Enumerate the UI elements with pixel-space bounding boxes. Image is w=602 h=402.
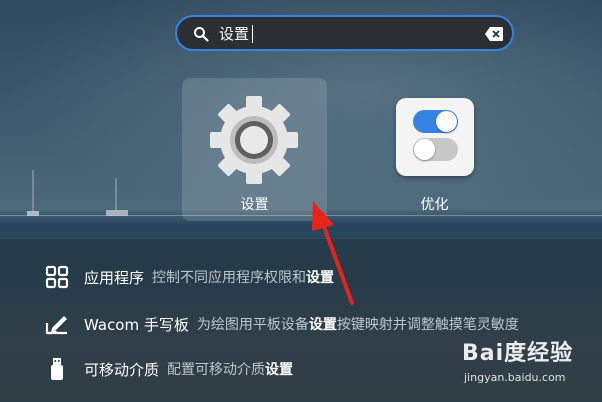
result-description: 配置可移动介质设置 xyxy=(167,362,294,378)
result-applications[interactable]: 应用程序 控制不同应用程序权限和设置 xyxy=(44,263,334,291)
toggle-on-shape xyxy=(413,110,458,133)
settings-gear-icon xyxy=(210,96,298,184)
watermark-url: jingyan.baidu.com xyxy=(464,371,566,384)
baidu-jingyan-watermark: Bai度经验 jingyan.baidu.com xyxy=(462,335,592,395)
sailboat-left xyxy=(27,170,39,216)
result-description: 为绘图用平板设备设置按键映射并调整触摸笔灵敏度 xyxy=(196,317,519,333)
usb-drive-icon xyxy=(51,358,63,380)
result-title: 可移动介质 xyxy=(84,360,160,379)
result-wacom-tablet[interactable]: Wacom 手写板 为绘图用平板设备设置按键映射并调整触摸笔灵敏度 xyxy=(44,310,519,338)
clear-text-icon[interactable] xyxy=(485,27,503,41)
tweaks-toggle-icon xyxy=(396,98,474,176)
watermark-logo-text: Bai度经验 xyxy=(462,341,574,366)
search-query[interactable]: 设置 xyxy=(219,24,249,44)
sailboat-right xyxy=(106,178,128,216)
grid-apps-icon xyxy=(45,265,69,289)
search-icon xyxy=(194,27,209,42)
search-field[interactable]: 设置 xyxy=(175,15,514,51)
app-label: 优化 xyxy=(420,197,449,213)
result-description: 控制不同应用程序权限和设置 xyxy=(152,270,335,286)
app-tweaks[interactable]: 优化 xyxy=(362,78,507,221)
tablet-pen-icon xyxy=(45,316,67,335)
text-caret xyxy=(252,25,253,43)
result-title: Wacom 手写板 xyxy=(84,315,189,334)
result-title: 应用程序 xyxy=(84,268,145,287)
result-removable-media[interactable]: 可移动介质 配置可移动介质设置 xyxy=(44,355,293,383)
toggle-off-shape xyxy=(413,138,458,161)
annotation-arrow xyxy=(312,201,354,305)
